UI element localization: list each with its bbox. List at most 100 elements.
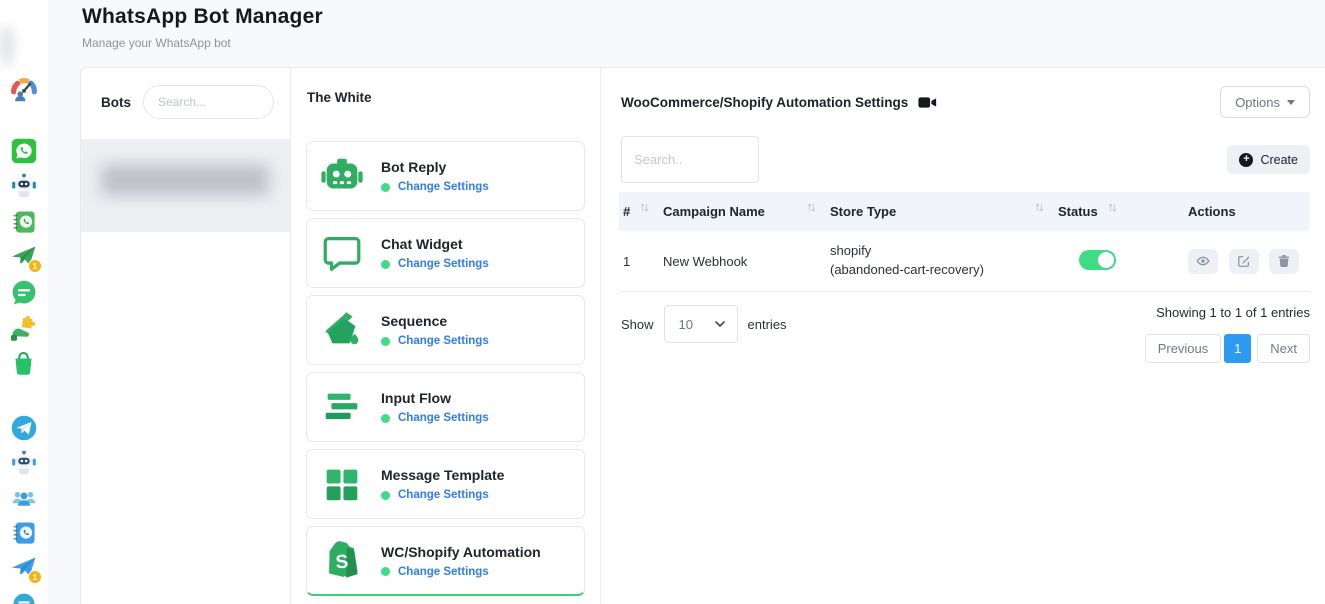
shopify-icon: S <box>319 538 365 584</box>
bot-name-blurred <box>101 165 269 195</box>
column-label: Store Type <box>830 204 896 219</box>
eye-icon <box>1196 254 1210 268</box>
actions-cell <box>1188 249 1310 274</box>
feature-card-list: Bot Reply Change Settings Chat Widget Ch… <box>306 141 585 603</box>
table-row: 1 New Webhook shopify (abandoned-cart-re… <box>619 231 1310 292</box>
table-search-input[interactable] <box>621 136 759 183</box>
bots-panel-header: Bots <box>81 68 290 119</box>
change-settings-link[interactable]: Change Settings <box>398 258 489 270</box>
feature-card-label: Sequence <box>381 313 489 329</box>
column-header-campaign-name[interactable]: Campaign Name <box>663 204 830 219</box>
dashboard-gauge-icon[interactable] <box>9 74 39 104</box>
page-size-select[interactable]: 10 <box>664 305 738 343</box>
notification-badge: 1 <box>28 259 42 273</box>
input-flow-icon <box>319 384 365 430</box>
feature-card-sequence[interactable]: Sequence Change Settings <box>306 295 585 365</box>
telegram-bot-icon[interactable] <box>10 449 38 477</box>
telegram-icon[interactable] <box>10 414 38 442</box>
feature-card-input-flow[interactable]: Input Flow Change Settings <box>306 372 585 442</box>
previous-page-button[interactable]: Previous <box>1145 334 1222 363</box>
status-cell <box>1058 250 1188 273</box>
column-label: Campaign Name <box>663 204 765 219</box>
sort-icon <box>1035 202 1044 213</box>
toggle-knob <box>1098 252 1114 268</box>
app-sidebar: 1 1 <box>0 0 48 604</box>
change-settings-link[interactable]: Change Settings <box>398 181 489 193</box>
sort-icon <box>640 202 649 213</box>
column-label: Status <box>1058 204 1098 219</box>
video-tutorial-icon[interactable] <box>918 96 937 109</box>
edit-button[interactable] <box>1229 249 1259 274</box>
show-label: Show <box>621 317 654 332</box>
feature-card-message-template[interactable]: Message Template Change Settings <box>306 449 585 519</box>
status-dot <box>381 260 390 269</box>
chevron-down-icon <box>715 321 725 327</box>
options-button-label: Options <box>1235 95 1280 110</box>
page-subtitle: Manage your WhatsApp bot <box>82 36 323 50</box>
status-dot <box>381 337 390 346</box>
whatsapp-bot-manager-screen: 1 1 WhatsApp <box>0 0 1325 604</box>
view-button[interactable] <box>1188 249 1218 274</box>
column-header-actions: Actions <box>1188 204 1310 219</box>
bot-reply-icon <box>319 153 365 199</box>
whatsapp-bot-icon[interactable] <box>10 172 38 200</box>
main-card: Bots The White Bot Reply Change Settings <box>80 67 1325 604</box>
telegram-group-icon[interactable] <box>11 485 37 511</box>
change-settings-link[interactable]: Change Settings <box>398 489 489 501</box>
create-button[interactable]: + Create <box>1227 145 1310 174</box>
page-1-button[interactable]: 1 <box>1224 334 1251 363</box>
status-dot <box>381 183 390 192</box>
store-type-line1: shopify <box>830 242 1058 261</box>
delete-button[interactable] <box>1269 249 1299 274</box>
shopify-letter: S <box>335 551 349 574</box>
whatsapp-icon[interactable] <box>10 137 38 165</box>
feature-card-label: Message Template <box>381 467 504 483</box>
table-summary: Showing 1 to 1 of 1 entries <box>1156 305 1310 320</box>
edit-icon <box>1237 254 1251 268</box>
column-header-index[interactable]: # <box>619 204 663 219</box>
store-type-line2: (abandoned-cart-recovery) <box>830 261 1058 280</box>
bot-list-item-selected[interactable] <box>81 139 290 232</box>
telegram-contacts-icon[interactable] <box>11 520 37 546</box>
feature-card-label: Bot Reply <box>381 159 489 175</box>
whatsapp-shop-icon[interactable] <box>10 350 37 377</box>
change-settings-link[interactable]: Change Settings <box>398 412 489 424</box>
options-button[interactable]: Options <box>1220 86 1310 118</box>
table-header-row: # Campaign Name Store Type Status <box>619 192 1310 231</box>
status-dot <box>381 491 390 500</box>
whatsapp-integrations-icon[interactable] <box>10 314 38 342</box>
feature-card-chat-widget[interactable]: Chat Widget Change Settings <box>306 218 585 288</box>
bots-panel-title: Bots <box>101 95 131 110</box>
campaigns-table: # Campaign Name Store Type Status <box>619 192 1310 292</box>
column-label: # <box>623 204 630 219</box>
automation-settings-panel: WooCommerce/Shopify Automation Settings … <box>601 68 1325 604</box>
telegram-broadcast-icon[interactable]: 1 <box>10 554 38 582</box>
whatsapp-contacts-icon[interactable] <box>11 209 37 235</box>
whatsapp-chat-icon[interactable] <box>10 279 38 307</box>
whatsapp-broadcast-icon[interactable]: 1 <box>10 243 38 271</box>
chat-widget-icon <box>319 230 365 276</box>
feature-card-label: Input Flow <box>381 390 489 406</box>
row-index: 1 <box>619 254 663 269</box>
feature-card-bot-reply[interactable]: Bot Reply Change Settings <box>306 141 585 211</box>
notification-badge: 1 <box>28 570 42 584</box>
column-header-store-type[interactable]: Store Type <box>830 204 1058 219</box>
panel-title: WooCommerce/Shopify Automation Settings <box>621 95 908 110</box>
message-template-icon <box>319 461 365 507</box>
status-toggle-on[interactable] <box>1079 250 1116 270</box>
trash-icon <box>1277 254 1291 268</box>
blurred-logo <box>2 28 12 64</box>
bots-search-input[interactable] <box>143 85 274 119</box>
chevron-down-icon <box>1287 100 1295 105</box>
bots-panel: Bots <box>81 68 291 604</box>
create-button-label: Create <box>1260 153 1298 167</box>
feature-card-wc-shopify-automation[interactable]: S WC/Shopify Automation Change Settings <box>306 526 585 596</box>
next-page-button[interactable]: Next <box>1257 334 1310 363</box>
change-settings-link[interactable]: Change Settings <box>398 566 489 578</box>
column-header-status[interactable]: Status <box>1058 204 1188 219</box>
features-panel: The White Bot Reply Change Settings <box>291 68 601 604</box>
sort-icon <box>807 202 816 213</box>
telegram-chat-icon[interactable] <box>11 592 37 604</box>
page-size-value: 10 <box>679 317 693 332</box>
change-settings-link[interactable]: Change Settings <box>398 335 489 347</box>
